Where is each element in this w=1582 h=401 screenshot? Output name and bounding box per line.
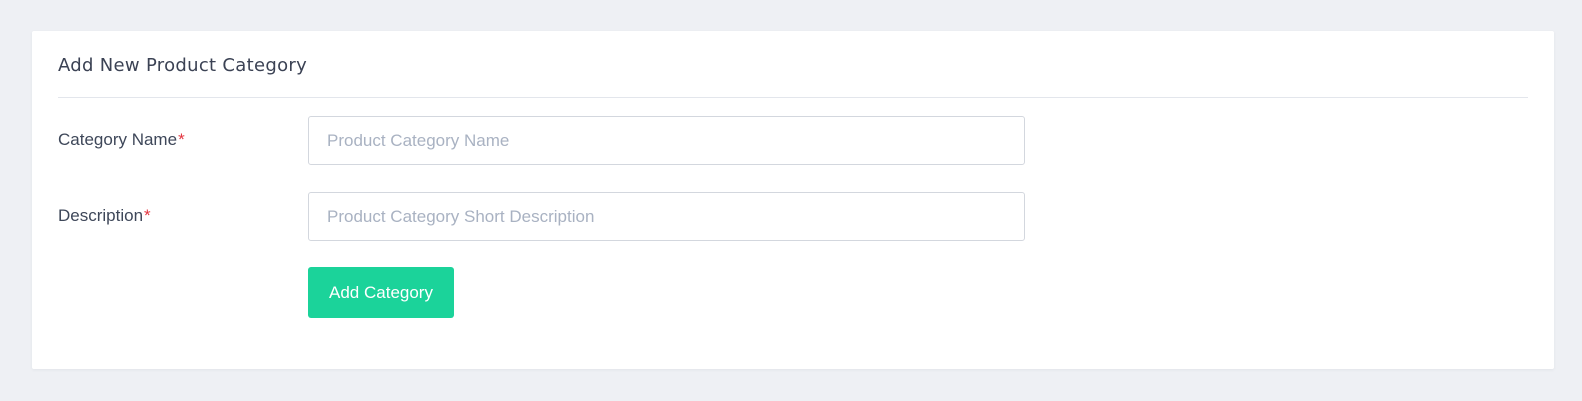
description-row: Description* bbox=[58, 192, 1026, 241]
category-name-label-text: Category Name bbox=[58, 130, 178, 149]
description-label: Description* bbox=[58, 206, 151, 226]
category-name-row: Category Name* bbox=[58, 116, 1026, 165]
required-marker: * bbox=[144, 206, 151, 225]
card-header: Add New Product Category bbox=[58, 31, 1528, 98]
required-marker: * bbox=[178, 130, 185, 149]
description-label-text: Description bbox=[58, 206, 144, 225]
description-input[interactable] bbox=[308, 192, 1025, 241]
add-category-card: Add New Product Category Category Name* … bbox=[32, 31, 1554, 369]
category-name-label: Category Name* bbox=[58, 130, 185, 150]
page-title: Add New Product Category bbox=[58, 55, 308, 76]
add-category-button[interactable]: Add Category bbox=[308, 267, 454, 318]
category-name-input[interactable] bbox=[308, 116, 1025, 165]
